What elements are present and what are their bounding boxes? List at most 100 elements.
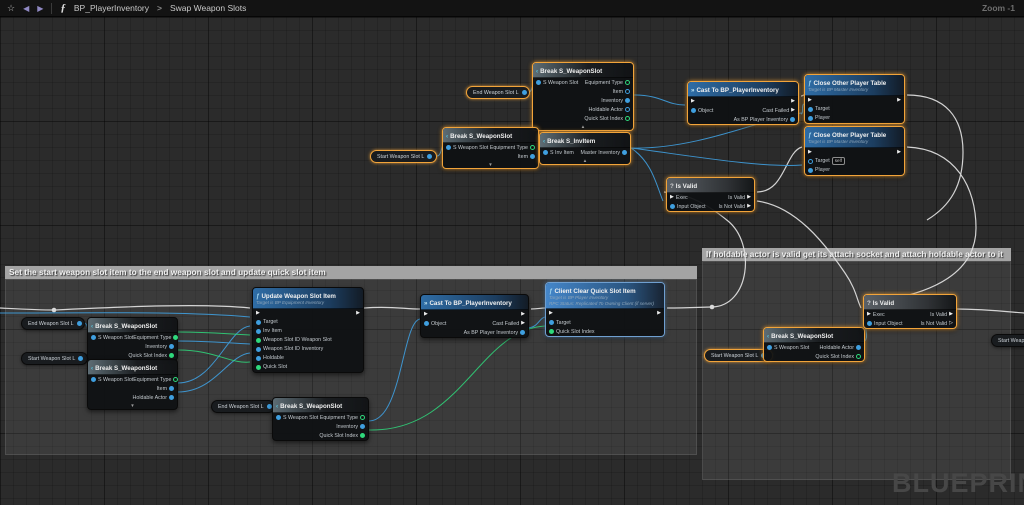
- breadcrumb-graph[interactable]: Swap Weapon Slots: [170, 3, 246, 13]
- pin-s-inv-item[interactable]: S Inv Item: [543, 150, 574, 156]
- node-client-clear-quick-slot-item[interactable]: ƒClient Clear Quick Slot ItemTarget is B…: [545, 282, 665, 337]
- pin-weapon-slot-id-inventory[interactable]: Weapon Slot ID Inventory: [256, 346, 323, 352]
- pin-s-weapon-slot[interactable]: S Weapon Slot: [276, 415, 318, 421]
- pin-object[interactable]: Object: [424, 321, 446, 327]
- pin-quick-slot-index[interactable]: Quick Slot Index: [128, 353, 174, 359]
- pin-item[interactable]: Item: [157, 386, 174, 392]
- node-cast-to-bp-playerinventory[interactable]: »Cast To BP_PlayerInventory ▶▶ ObjectCas…: [687, 81, 799, 125]
- exec-out-pin[interactable]: ▶: [791, 99, 795, 104]
- pin-item[interactable]: Item: [518, 154, 535, 160]
- pin-as-bp-player-inventory[interactable]: As BP Player Inventory: [464, 330, 525, 336]
- pin-s-weapon-slot[interactable]: S Weapon Slot: [91, 335, 133, 341]
- nav-forward-icon[interactable]: ▶: [37, 0, 43, 17]
- pin-s-weapon-slot[interactable]: S Weapon Slot: [536, 80, 578, 86]
- exec-out-pin[interactable]: ▶: [521, 312, 525, 317]
- breadcrumb-blueprint[interactable]: BP_PlayerInventory: [74, 3, 149, 13]
- pin-player[interactable]: Player: [808, 167, 830, 173]
- node-break-s-weaponslot[interactable]: ‹Break S_WeaponSlot S Weapon SlotEquipme…: [87, 317, 178, 361]
- pin-quick-slot-index[interactable]: Quick Slot Index: [815, 354, 861, 360]
- exec-in-pin[interactable]: ▶: [256, 311, 260, 316]
- var-pill-end-weapon-slot[interactable]: End Weapon Slot L: [466, 86, 530, 99]
- exec-in-pin[interactable]: ▶: [808, 150, 812, 155]
- pin-target[interactable]: Target: [808, 106, 830, 112]
- pin-target[interactable]: Targetself: [808, 157, 845, 165]
- comment-right-body[interactable]: [702, 261, 1011, 480]
- expand-arrow[interactable]: ▼: [443, 161, 538, 168]
- object-pin[interactable]: [77, 321, 82, 326]
- object-pin[interactable]: [267, 404, 272, 409]
- pin-s-weapon-slot[interactable]: S Weapon Slot: [446, 145, 488, 151]
- object-pin[interactable]: [78, 356, 83, 361]
- pin-is-not-valid[interactable]: Is Not Valid▶: [718, 204, 751, 210]
- pin-s-weapon-slot[interactable]: S Weapon Slot: [91, 377, 133, 383]
- node-cast-to-bp-playerinventory[interactable]: »Cast To BP_PlayerInventory ▶▶ ObjectCas…: [420, 294, 529, 338]
- exec-out-pin[interactable]: ▶: [356, 311, 360, 316]
- pin-is-valid[interactable]: Is Valid▶: [728, 195, 751, 201]
- var-pill-start-weapon-slot-clipped[interactable]: Start Weapon Slot L: [991, 334, 1024, 347]
- node-break-s-weaponslot[interactable]: ‹Break S_WeaponSlot S Weapon SlotHoldabl…: [763, 327, 865, 362]
- pin-inventory[interactable]: Inventory: [601, 98, 630, 104]
- node-break-s-weaponslot[interactable]: ‹Break S_WeaponSlot S Weapon SlotEquipme…: [272, 397, 369, 441]
- node-is-valid[interactable]: ?Is Valid ▶ExecIs Valid▶ Input ObjectIs …: [863, 294, 957, 329]
- pin-holdable[interactable]: Holdable: [256, 355, 284, 361]
- var-pill-start-weapon-slot[interactable]: Start Weapon Slot L: [21, 352, 88, 365]
- object-pin[interactable]: [522, 90, 527, 95]
- exec-out-pin[interactable]: ▶: [897, 150, 901, 155]
- node-break-s-weaponslot[interactable]: ‹Break S_WeaponSlot S Weapon SlotEquipme…: [532, 62, 634, 131]
- pin-item[interactable]: Item: [613, 89, 630, 95]
- pin-exec[interactable]: ▶Exec: [670, 195, 688, 201]
- pin-as-bp-player-inventory[interactable]: As BP Player Inventory: [734, 117, 795, 123]
- var-pill-end-weapon-slot[interactable]: End Weapon Slot L: [211, 400, 275, 413]
- node-close-other-player-table[interactable]: ƒClose Other Player TableTarget is BP Ma…: [804, 126, 905, 176]
- nav-back-icon[interactable]: ◀: [23, 0, 29, 17]
- bookmark-star-icon[interactable]: ☆: [7, 0, 15, 17]
- node-update-weapon-slot-item[interactable]: ƒUpdate Weapon Slot ItemTarget is BP Equ…: [252, 287, 364, 373]
- node-is-valid[interactable]: ?Is Valid ▶ExecIs Valid▶ Input ObjectIs …: [666, 177, 755, 212]
- pin-master-inventory[interactable]: Master Inventory: [581, 150, 627, 156]
- pin-equipment-type[interactable]: Equipment Type: [133, 335, 178, 341]
- exec-in-pin[interactable]: ▶: [549, 311, 553, 316]
- pin-equipment-type[interactable]: Equipment Type: [490, 145, 535, 151]
- pin-is-not-valid[interactable]: Is Not Valid▷: [920, 321, 953, 327]
- pin-holdable-actor[interactable]: Holdable Actor: [589, 107, 630, 113]
- pin-input-object[interactable]: Input Object: [670, 204, 706, 210]
- pin-equipment-type[interactable]: Equipment Type: [133, 377, 178, 383]
- pin-quick-slot-index[interactable]: Quick Slot Index: [549, 329, 595, 335]
- exec-out-pin[interactable]: ▶: [897, 98, 901, 103]
- node-break-s-invitem[interactable]: ‹Break S_InvItem S Inv ItemMaster Invent…: [539, 132, 631, 165]
- pin-is-valid[interactable]: Is Valid▶: [930, 312, 953, 318]
- pin-quick-slot[interactable]: Quick Slot: [256, 364, 287, 370]
- pin-equipment-type[interactable]: Equipment Type: [585, 80, 630, 86]
- node-break-s-weaponslot[interactable]: ‹Break S_WeaponSlot S Weapon SlotEquipme…: [442, 127, 539, 169]
- pin-object[interactable]: Object: [691, 108, 713, 114]
- comment-right-title[interactable]: If holdable actor is valid get its attac…: [702, 248, 1011, 261]
- pin-target[interactable]: Target: [256, 319, 278, 325]
- pin-inventory[interactable]: Inventory: [145, 344, 174, 350]
- pin-equipment-type[interactable]: Equipment Type: [320, 415, 365, 421]
- exec-out-pin[interactable]: ▶: [657, 311, 661, 316]
- self-default-value[interactable]: self: [832, 157, 845, 165]
- pin-cast-failed[interactable]: Cast Failed▶: [492, 321, 525, 327]
- exec-in-pin[interactable]: ▶: [808, 98, 812, 103]
- collapse-arrow[interactable]: ▲: [540, 157, 630, 164]
- pin-inventory[interactable]: Inventory: [336, 424, 365, 430]
- pin-holdable-actor[interactable]: Holdable Actor: [820, 345, 861, 351]
- var-pill-end-weapon-slot[interactable]: End Weapon Slot L: [21, 317, 85, 330]
- node-break-s-weaponslot[interactable]: ‹Break S_WeaponSlot S Weapon SlotEquipme…: [87, 359, 178, 410]
- pin-input-object[interactable]: Input Object: [867, 321, 903, 327]
- pin-inv-item[interactable]: Inv Item: [256, 328, 282, 334]
- exec-in-pin[interactable]: ▶: [424, 312, 428, 317]
- var-pill-start-weapon-slot[interactable]: Start Weapon Slot L: [370, 150, 437, 163]
- comment-left-title[interactable]: Set the start weapon slot item to the en…: [5, 266, 697, 279]
- pin-target[interactable]: Target: [549, 320, 571, 326]
- pin-player[interactable]: Player: [808, 115, 830, 121]
- object-pin[interactable]: [427, 154, 432, 159]
- pin-quick-slot-index[interactable]: Quick Slot Index: [319, 433, 365, 439]
- pin-holdable-actor[interactable]: Holdable Actor: [133, 395, 174, 401]
- node-close-other-player-table[interactable]: ƒClose Other Player TableTarget is BP Ma…: [804, 74, 905, 124]
- exec-in-pin[interactable]: ▶: [691, 99, 695, 104]
- pin-quick-slot-index[interactable]: Quick Slot Index: [584, 116, 630, 122]
- pin-weapon-slot-id-weapon-slot[interactable]: Weapon Slot ID Weapon Slot: [256, 337, 332, 343]
- pin-s-weapon-slot[interactable]: S Weapon Slot: [767, 345, 809, 351]
- pin-cast-failed[interactable]: Cast Failed▶: [762, 108, 795, 114]
